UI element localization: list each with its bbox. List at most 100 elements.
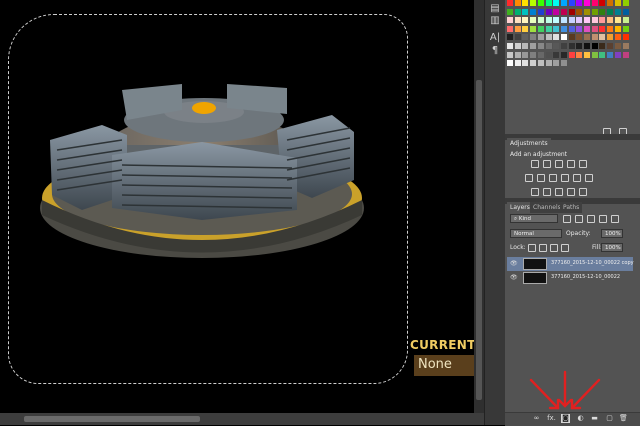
color-swatch[interactable] — [584, 25, 590, 32]
curves-icon[interactable] — [555, 160, 563, 168]
color-swatch[interactable] — [607, 34, 614, 41]
color-swatch[interactable] — [568, 0, 575, 6]
filter-type-icon[interactable] — [587, 215, 595, 223]
color-swatch[interactable] — [507, 17, 513, 24]
color-swatch[interactable] — [591, 43, 598, 49]
color-swatch[interactable] — [530, 17, 537, 24]
color-swatch[interactable] — [568, 43, 575, 49]
filter-shape-icon[interactable] — [599, 215, 607, 223]
color-swatch[interactable] — [622, 34, 629, 41]
color-swatch[interactable] — [530, 8, 537, 15]
color-swatch[interactable] — [591, 17, 598, 24]
color-swatch[interactable] — [537, 17, 544, 24]
color-swatch[interactable] — [553, 51, 560, 58]
paragraph-panel-icon[interactable]: ¶ — [489, 45, 501, 57]
color-swatch[interactable] — [522, 51, 529, 58]
color-swatch[interactable] — [560, 25, 567, 32]
color-swatch[interactable] — [584, 51, 590, 58]
canvas-horizontal-scroll-thumb[interactable] — [24, 416, 200, 422]
color-swatch[interactable] — [622, 17, 629, 24]
color-swatch[interactable] — [607, 0, 614, 6]
tab-adjustments[interactable]: Adjustments — [507, 138, 551, 149]
color-swatch[interactable] — [560, 0, 567, 6]
color-swatch[interactable] — [530, 51, 537, 58]
color-swatch[interactable] — [584, 43, 590, 49]
color-swatch[interactable] — [599, 43, 606, 49]
color-swatch[interactable] — [614, 51, 621, 58]
fill-input[interactable]: 100% — [601, 243, 623, 252]
color-swatch[interactable] — [545, 25, 552, 32]
color-swatch[interactable] — [560, 51, 567, 58]
color-swatch[interactable] — [622, 43, 629, 49]
color-swatch[interactable] — [522, 17, 529, 24]
color-swatch[interactable] — [576, 51, 583, 58]
brightness-contrast-icon[interactable] — [531, 160, 539, 168]
eye-icon[interactable]: 👁 — [510, 274, 518, 281]
color-swatch[interactable] — [507, 34, 513, 41]
color-swatch[interactable] — [553, 0, 560, 6]
color-swatch[interactable] — [614, 0, 621, 6]
color-swatch[interactable] — [530, 34, 537, 41]
color-swatch[interactable] — [522, 8, 529, 15]
layer-row[interactable]: 👁 377160_2015-12-10_00022 — [507, 271, 633, 285]
tab-channels[interactable]: Channels — [530, 202, 564, 213]
color-swatch[interactable] — [607, 17, 614, 24]
color-swatch[interactable] — [614, 17, 621, 24]
color-swatch[interactable] — [607, 8, 614, 15]
color-balance-icon[interactable] — [537, 174, 545, 182]
color-swatch[interactable] — [522, 0, 529, 6]
color-swatch[interactable] — [530, 43, 537, 49]
color-swatch[interactable] — [530, 60, 537, 67]
color-swatch[interactable] — [607, 43, 614, 49]
color-swatch[interactable] — [522, 60, 529, 67]
color-swatch[interactable] — [599, 0, 606, 6]
color-swatch[interactable] — [568, 51, 575, 58]
color-swatch[interactable] — [507, 51, 513, 58]
color-swatch[interactable] — [622, 8, 629, 15]
color-swatch[interactable] — [514, 25, 521, 32]
color-swatch[interactable] — [622, 25, 629, 32]
color-swatch[interactable] — [507, 60, 513, 67]
color-swatch[interactable] — [553, 25, 560, 32]
color-swatch[interactable] — [507, 43, 513, 49]
color-swatch[interactable] — [614, 43, 621, 49]
color-swatch[interactable] — [537, 34, 544, 41]
color-swatch[interactable] — [591, 25, 598, 32]
color-swatch[interactable] — [537, 8, 544, 15]
color-swatch[interactable] — [622, 0, 629, 6]
color-swatch[interactable] — [576, 43, 583, 49]
color-swatch[interactable] — [568, 8, 575, 15]
brush-settings-icon[interactable]: ▤ — [489, 3, 501, 15]
color-swatch[interactable] — [568, 17, 575, 24]
color-swatch[interactable] — [576, 25, 583, 32]
color-swatch[interactable] — [614, 34, 621, 41]
color-swatch[interactable] — [560, 43, 567, 49]
color-swatch[interactable] — [530, 0, 537, 6]
color-swatch[interactable] — [553, 17, 560, 24]
color-swatch[interactable] — [522, 43, 529, 49]
color-swatch[interactable] — [584, 8, 590, 15]
levels-icon[interactable] — [543, 160, 551, 168]
color-swatch[interactable] — [591, 8, 598, 15]
color-swatch[interactable] — [576, 34, 583, 41]
posterize-icon[interactable] — [543, 188, 551, 196]
document-canvas[interactable]: CURRENT MO None — [0, 0, 474, 413]
color-swatch[interactable] — [560, 17, 567, 24]
color-swatch[interactable] — [530, 25, 537, 32]
color-swatch[interactable] — [576, 17, 583, 24]
color-swatch[interactable] — [560, 34, 567, 41]
color-swatch[interactable] — [568, 34, 575, 41]
color-swatch[interactable] — [599, 17, 606, 24]
color-swatch[interactable] — [514, 8, 521, 15]
black-white-icon[interactable] — [549, 174, 557, 182]
color-swatch[interactable] — [545, 51, 552, 58]
channel-mixer-icon[interactable] — [573, 174, 581, 182]
color-swatch[interactable] — [545, 8, 552, 15]
opacity-input[interactable]: 100% — [601, 229, 623, 238]
color-swatch[interactable] — [545, 17, 552, 24]
new-layer-icon[interactable]: ▢ — [605, 414, 614, 423]
color-swatch[interactable] — [522, 34, 529, 41]
invert-icon[interactable] — [531, 188, 539, 196]
color-swatch[interactable] — [514, 0, 521, 6]
color-swatch[interactable] — [537, 0, 544, 6]
